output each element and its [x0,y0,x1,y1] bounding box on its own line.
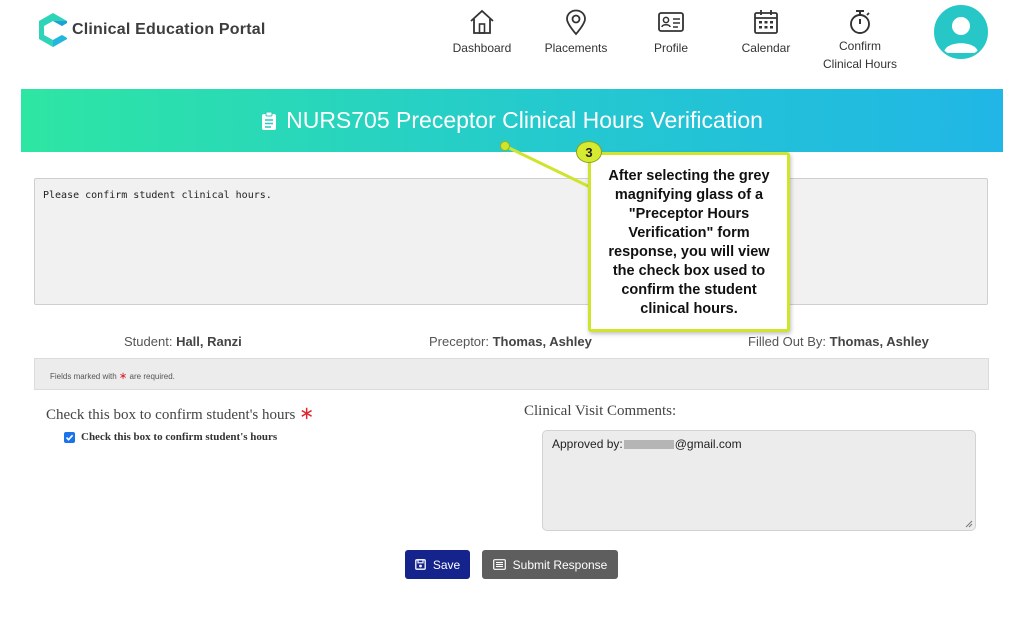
user-icon [944,17,978,53]
preceptor-info: Preceptor: Thomas, Ashley [429,334,592,349]
preceptor-name: Thomas, Ashley [492,334,592,349]
submit-response-button[interactable]: Submit Response [482,550,618,579]
student-info: Student: Hall, Ranzi [124,334,242,349]
nav-confirm-label-line2: Clinical Hours [822,57,898,71]
top-navigation-bar: Clinical Education Portal Dashboard Plac… [0,0,1024,88]
instructions-box: Please confirm student clinical hours. [34,178,988,305]
nav-confirm-label-line1: Confirm [838,39,881,53]
comments-suffix: @gmail.com [674,437,742,451]
required-star-icon: ∗ [299,403,315,423]
preceptor-label: Preceptor: [429,334,489,349]
resize-handle-icon[interactable] [965,520,973,528]
map-pin-icon [566,9,586,36]
logo-icon [39,13,67,47]
save-button[interactable]: Save [405,550,470,579]
nav-profile[interactable]: Profile [626,8,716,55]
app-logo[interactable]: Clinical Education Portal [35,11,265,49]
floppy-disk-icon [414,559,426,570]
save-button-label: Save [432,557,461,572]
form-list-icon [492,559,506,570]
user-avatar[interactable] [934,5,988,59]
required-note-suffix: are required. [129,372,175,381]
page-title-banner: NURS705 Preceptor Clinical Hours Verific… [21,89,1003,152]
checkmark-icon [65,434,74,441]
nav-calendar-label: Calendar [741,41,791,55]
nav-placements-label: Placements [544,41,608,55]
confirm-hours-checkbox-label: Check this box to confirm student's hour… [81,431,278,443]
instructions-text: Please confirm student clinical hours. [43,190,272,201]
app-title: Clinical Education Portal [72,21,266,38]
required-note-prefix: Fields marked with [50,372,117,381]
calendar-icon [754,10,778,34]
callout-step-number: 3 [576,141,602,163]
student-name: Hall, Ranzi [176,334,242,349]
home-icon [470,9,494,34]
nav-confirm-clinical-hours[interactable]: Confirm Clinical Hours [815,8,905,73]
comments-textarea[interactable]: Approved by: @gmail.com [542,430,976,531]
redacted-email [623,440,674,450]
nav-profile-label: Profile [653,41,688,55]
confirm-hours-option[interactable]: Check this box to confirm student's hour… [64,431,277,443]
filled-out-by-label: Filled Out By: [748,334,827,349]
tutorial-callout: After selecting the grey magnifying glas… [588,152,790,332]
confirm-hours-label: Check this box to confirm student's hour… [46,407,296,423]
filled-out-by-name: Thomas, Ashley [829,334,929,349]
comments-label: Clinical Visit Comments: [524,403,677,419]
callout-text: After selecting the grey magnifying glas… [608,168,770,317]
student-label: Student: [124,334,173,349]
id-card-icon [658,12,684,32]
confirm-hours-question: Check this box to confirm student's hour… [46,403,314,424]
stopwatch-icon [850,10,870,34]
nav-dashboard[interactable]: Dashboard [437,8,527,55]
required-star-icon: ∗ [118,371,128,382]
required-fields-note: Fields marked with ∗ are required. [34,358,989,390]
page-title: NURS705 Preceptor Clinical Hours Verific… [286,107,763,133]
comments-prefix: Approved by: [552,437,623,451]
filled-out-by-info: Filled Out By: Thomas, Ashley [748,334,929,349]
submit-response-label: Submit Response [512,557,608,572]
nav-calendar[interactable]: Calendar [721,8,811,55]
clipboard-icon [262,111,277,130]
confirm-hours-checkbox[interactable] [64,431,75,443]
nav-dashboard-label: Dashboard [452,41,512,55]
nav-placements[interactable]: Placements [531,8,621,55]
